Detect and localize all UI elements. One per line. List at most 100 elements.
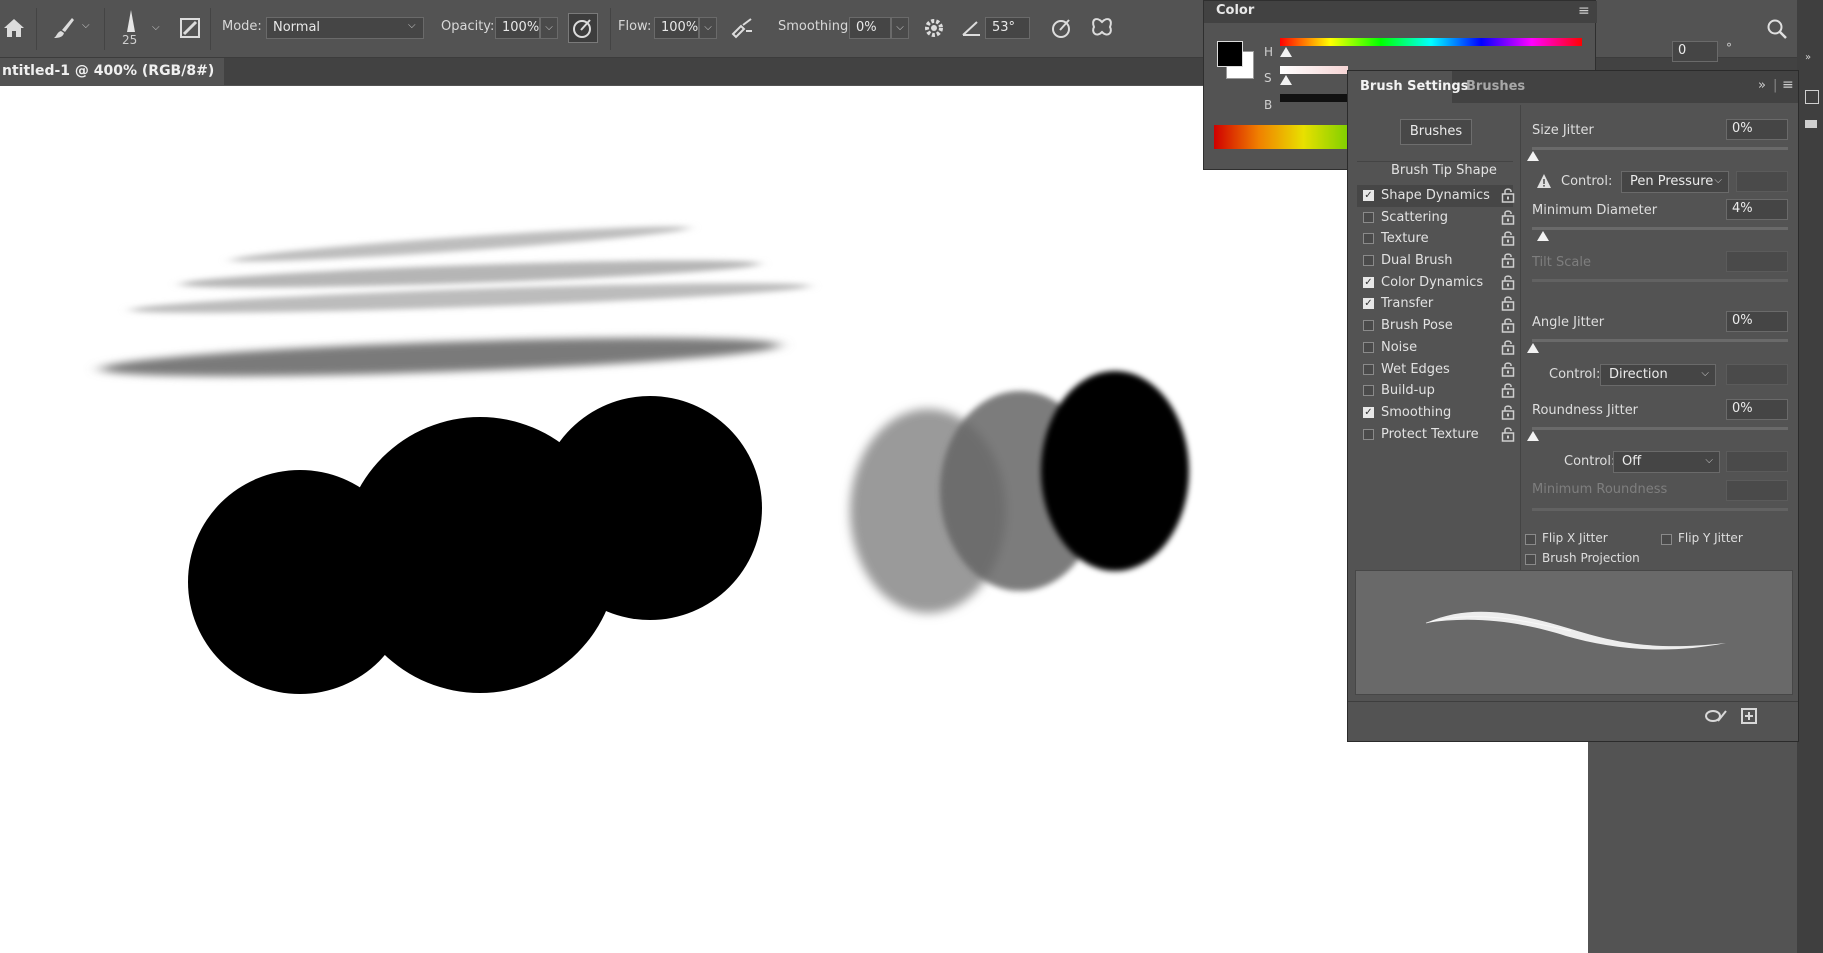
brushes-button[interactable]: Brushes [1400,119,1472,145]
lock-icon[interactable] [1501,187,1515,203]
document-tab[interactable]: ntitled-1 @ 400% (RGB/8#) * × [0,58,224,106]
tool-preset-caret[interactable]: ⌵ [82,20,90,31]
saturation-label: S [1264,71,1272,85]
brush-option-transfer[interactable]: ✓ Transfer [1357,293,1515,315]
brightness-label: B [1264,98,1273,112]
hue-slider-thumb[interactable] [1280,47,1292,57]
flow-dropdown[interactable]: ⌵ [699,17,717,39]
airbrush-icon[interactable] [728,14,756,42]
brush-option-scattering[interactable]: Scattering [1357,207,1515,229]
brush-option-checkbox[interactable] [1363,255,1374,266]
saturation-slider-thumb[interactable] [1280,75,1292,85]
color-panel-menu-icon[interactable]: ≡ [1578,3,1590,19]
pressure-size-icon[interactable] [1048,14,1076,42]
brush-projection-checkbox[interactable] [1525,554,1536,565]
size-jitter-thumb[interactable] [1527,151,1539,161]
lock-icon[interactable] [1501,339,1515,355]
lock-icon[interactable] [1501,382,1515,398]
brush-tip-preview-icon[interactable] [123,10,139,32]
angle-input[interactable]: 53° [985,17,1030,39]
lock-icon[interactable] [1501,252,1515,268]
color-ramp[interactable] [1214,125,1348,149]
brush-option-checkbox[interactable]: ✓ [1363,277,1374,288]
brush-option-checkbox[interactable] [1363,385,1374,396]
brush-option-checkbox[interactable]: ✓ [1363,298,1374,309]
lock-icon[interactable] [1501,426,1515,442]
roundness-jitter-thumb[interactable] [1527,431,1539,441]
protect-preview-eye-icon[interactable] [1704,707,1730,725]
lock-icon[interactable] [1501,317,1515,333]
tab-brushes[interactable]: Brushes [1466,79,1525,94]
brush-option-checkbox[interactable] [1363,212,1374,223]
panel-icon-properties[interactable] [1805,90,1819,104]
flip-x-jitter-checkbox[interactable] [1525,534,1536,545]
lock-icon[interactable] [1501,295,1515,311]
brush-option-wet-edges[interactable]: Wet Edges [1357,359,1515,381]
lock-icon[interactable] [1501,230,1515,246]
mode-select[interactable]: Normal [266,17,424,39]
brush-option-checkbox[interactable] [1363,233,1374,244]
gear-icon[interactable] [920,14,948,42]
brush-option-smoothing[interactable]: ✓ Smoothing [1357,402,1515,424]
new-brush-icon[interactable] [1740,707,1758,725]
smoothing-input[interactable]: 0% [849,17,891,39]
brush-option-checkbox[interactable] [1363,364,1374,375]
brush-settings-panel: Brush Settings Brushes » | ≡ Brushes Bru… [1347,70,1799,742]
control-dropdown-2[interactable]: Direction ⌵ [1600,364,1716,386]
brush-option-brush-pose[interactable]: Brush Pose [1357,315,1515,337]
brush-option-dual-brush[interactable]: Dual Brush [1357,250,1515,272]
lock-icon[interactable] [1501,361,1515,377]
angle-jitter-slider[interactable] [1532,339,1788,342]
transfer-dabs [850,371,1189,613]
roundness-jitter-slider[interactable] [1532,427,1788,430]
angle-jitter-thumb[interactable] [1527,343,1539,353]
brush-preset-caret[interactable]: ⌵ [152,22,160,33]
brush-option-checkbox[interactable]: ✓ [1363,190,1374,201]
min-diameter-slider[interactable] [1532,227,1788,230]
hue-value-input[interactable]: 0 [1672,41,1718,62]
brush-option-protect-texture[interactable]: Protect Texture [1357,424,1515,446]
pressure-opacity-icon [573,19,591,38]
symmetry-butterfly-icon[interactable] [1088,14,1116,42]
brush-option-build-up[interactable]: Build-up [1357,380,1515,402]
min-diameter-thumb[interactable] [1537,231,1549,241]
lock-icon[interactable] [1501,404,1515,420]
flow-input[interactable]: 100% [654,17,699,39]
control-dropdown-3[interactable]: Off ⌵ [1613,451,1720,473]
min-diameter-input[interactable]: 4% [1726,199,1788,220]
collapse-panel-icon[interactable]: » [1758,78,1766,93]
opacity-input[interactable]: 100% [495,17,540,39]
panel-menu-icon[interactable]: ≡ [1782,77,1794,93]
size-jitter-input[interactable]: 0% [1726,119,1788,140]
brush-option-checkbox[interactable] [1363,429,1374,440]
flip-y-jitter-checkbox[interactable] [1661,534,1672,545]
brush-option-shape-dynamics[interactable]: ✓ Shape Dynamics [1357,185,1515,207]
expand-panels-icon[interactable]: » [1805,52,1811,63]
brush-option-label: Transfer [1381,296,1434,311]
brush-option-checkbox[interactable] [1363,320,1374,331]
control-dropdown-1[interactable]: Pen Pressure ⌵ [1621,171,1729,193]
angle-jitter-input[interactable]: 0% [1726,311,1788,332]
size-jitter-slider[interactable] [1532,147,1788,150]
brightness-slider[interactable] [1280,94,1348,102]
smoothing-dropdown[interactable]: ⌵ [891,17,909,39]
search-icon[interactable] [1766,18,1788,40]
pressure-opacity-button[interactable] [568,13,598,43]
brush-option-checkbox[interactable] [1363,342,1374,353]
hue-slider[interactable] [1280,38,1582,46]
brush-option-noise[interactable]: Noise [1357,337,1515,359]
brush-option-color-dynamics[interactable]: ✓ Color Dynamics [1357,272,1515,294]
brush-tip-shape-item[interactable]: Brush Tip Shape [1391,163,1497,178]
brush-tool-icon[interactable] [50,14,78,42]
brush-option-checkbox[interactable]: ✓ [1363,407,1374,418]
roundness-jitter-input[interactable]: 0% [1726,399,1788,420]
opacity-dropdown[interactable]: ⌵ [540,17,558,39]
brush-option-texture[interactable]: Texture [1357,228,1515,250]
home-icon[interactable] [0,14,28,42]
brush-settings-toggle-icon[interactable] [176,14,204,42]
panel-icon-layers[interactable] [1805,120,1817,128]
lock-icon[interactable] [1501,274,1515,290]
foreground-color-swatch[interactable] [1217,41,1243,67]
saturation-slider[interactable] [1280,66,1348,74]
lock-icon[interactable] [1501,209,1515,225]
